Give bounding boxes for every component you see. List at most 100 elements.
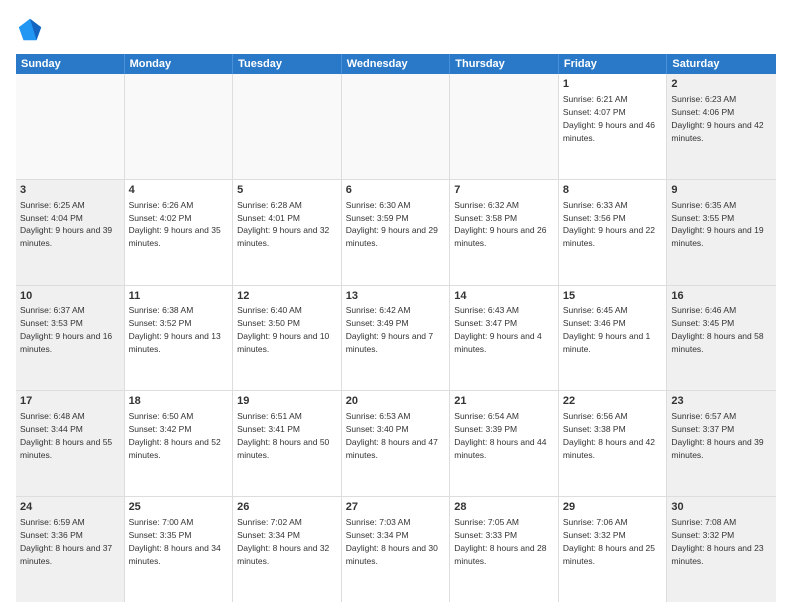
day-number: 29 bbox=[563, 500, 663, 515]
day-number: 6 bbox=[346, 183, 446, 198]
cell-sun-info: Sunrise: 6:28 AM Sunset: 4:01 PM Dayligh… bbox=[237, 200, 332, 249]
cell-sun-info: Sunrise: 6:23 AM Sunset: 4:06 PM Dayligh… bbox=[671, 94, 766, 143]
calendar-cell: 13Sunrise: 6:42 AM Sunset: 3:49 PM Dayli… bbox=[342, 286, 451, 391]
cell-sun-info: Sunrise: 7:03 AM Sunset: 3:34 PM Dayligh… bbox=[346, 517, 441, 566]
calendar-header-cell: Friday bbox=[559, 54, 668, 74]
calendar-week-row: 17 Sunrise: 6:48 AM Sunset: 3:44 PM Dayli… bbox=[16, 391, 776, 497]
day-number: 12 bbox=[237, 289, 337, 304]
calendar-week-row: 10Sunrise: 6:37 AM Sunset: 3:53 PM Dayli… bbox=[16, 286, 776, 392]
calendar-cell: 4 Sunrise: 6:26 AM Sunset: 4:02 PM Daylig… bbox=[125, 180, 234, 285]
calendar-header-row: SundayMondayTuesdayWednesdayThursdayFrid… bbox=[16, 54, 776, 74]
cell-sun-info: Sunrise: 7:06 AM Sunset: 3:32 PM Dayligh… bbox=[563, 517, 658, 566]
calendar-cell: 16Sunrise: 6:46 AM Sunset: 3:45 PM Dayli… bbox=[667, 286, 776, 391]
cell-sun-info: Sunrise: 7:05 AM Sunset: 3:33 PM Dayligh… bbox=[454, 517, 549, 566]
logo bbox=[16, 16, 48, 44]
day-number: 5 bbox=[237, 183, 337, 198]
day-number: 17 bbox=[20, 394, 120, 409]
day-number: 7 bbox=[454, 183, 554, 198]
calendar-cell: 11Sunrise: 6:38 AM Sunset: 3:52 PM Dayli… bbox=[125, 286, 234, 391]
calendar-cell: 19Sunrise: 6:51 AM Sunset: 3:41 PM Dayli… bbox=[233, 391, 342, 496]
calendar-cell bbox=[450, 74, 559, 179]
calendar-cell: 30 Sunrise: 7:08 AM Sunset: 3:32 PM Dayli… bbox=[667, 497, 776, 602]
cell-sun-info: Sunrise: 6:32 AM Sunset: 3:58 PM Dayligh… bbox=[454, 200, 549, 249]
cell-sun-info: Sunrise: 6:26 AM Sunset: 4:02 PM Dayligh… bbox=[129, 200, 224, 249]
calendar-cell: 10Sunrise: 6:37 AM Sunset: 3:53 PM Dayli… bbox=[16, 286, 125, 391]
calendar-cell: 3 Sunrise: 6:25 AM Sunset: 4:04 PM Daylig… bbox=[16, 180, 125, 285]
cell-sun-info: Sunrise: 7:02 AM Sunset: 3:34 PM Dayligh… bbox=[237, 517, 332, 566]
cell-sun-info: Sunrise: 6:51 AM Sunset: 3:41 PM Dayligh… bbox=[237, 411, 332, 460]
calendar-cell bbox=[342, 74, 451, 179]
calendar-header-cell: Tuesday bbox=[233, 54, 342, 74]
calendar-cell: 2Sunrise: 6:23 AM Sunset: 4:06 PM Daylig… bbox=[667, 74, 776, 179]
calendar-week-row: 24 Sunrise: 6:59 AM Sunset: 3:36 PM Dayli… bbox=[16, 497, 776, 602]
day-number: 30 bbox=[671, 500, 772, 515]
day-number: 28 bbox=[454, 500, 554, 515]
calendar-cell: 5 Sunrise: 6:28 AM Sunset: 4:01 PM Daylig… bbox=[233, 180, 342, 285]
day-number: 10 bbox=[20, 289, 120, 304]
day-number: 21 bbox=[454, 394, 554, 409]
calendar-cell: 29 Sunrise: 7:06 AM Sunset: 3:32 PM Dayli… bbox=[559, 497, 668, 602]
cell-sun-info: Sunrise: 6:33 AM Sunset: 3:56 PM Dayligh… bbox=[563, 200, 658, 249]
calendar: SundayMondayTuesdayWednesdayThursdayFrid… bbox=[16, 54, 776, 602]
calendar-cell: 18 Sunrise: 6:50 AM Sunset: 3:42 PM Dayli… bbox=[125, 391, 234, 496]
cell-sun-info: Sunrise: 6:38 AM Sunset: 3:52 PM Dayligh… bbox=[129, 305, 224, 354]
day-number: 1 bbox=[563, 77, 663, 92]
day-number: 16 bbox=[671, 289, 772, 304]
calendar-header-cell: Wednesday bbox=[342, 54, 451, 74]
cell-sun-info: Sunrise: 6:25 AM Sunset: 4:04 PM Dayligh… bbox=[20, 200, 115, 249]
day-number: 13 bbox=[346, 289, 446, 304]
day-number: 8 bbox=[563, 183, 663, 198]
calendar-cell: 26 Sunrise: 7:02 AM Sunset: 3:34 PM Dayli… bbox=[233, 497, 342, 602]
calendar-cell: 28 Sunrise: 7:05 AM Sunset: 3:33 PM Dayli… bbox=[450, 497, 559, 602]
cell-sun-info: Sunrise: 6:21 AM Sunset: 4:07 PM Dayligh… bbox=[563, 94, 658, 143]
calendar-cell: 15Sunrise: 6:45 AM Sunset: 3:46 PM Dayli… bbox=[559, 286, 668, 391]
calendar-week-row: 1 Sunrise: 6:21 AM Sunset: 4:07 PM Daylig… bbox=[16, 74, 776, 180]
day-number: 14 bbox=[454, 289, 554, 304]
cell-sun-info: Sunrise: 6:43 AM Sunset: 3:47 PM Dayligh… bbox=[454, 305, 544, 354]
cell-sun-info: Sunrise: 6:48 AM Sunset: 3:44 PM Dayligh… bbox=[20, 411, 115, 460]
day-number: 22 bbox=[563, 394, 663, 409]
calendar-cell: 9 Sunrise: 6:35 AM Sunset: 3:55 PM Daylig… bbox=[667, 180, 776, 285]
calendar-header-cell: Monday bbox=[125, 54, 234, 74]
calendar-header-cell: Saturday bbox=[667, 54, 776, 74]
calendar-cell: 27 Sunrise: 7:03 AM Sunset: 3:34 PM Dayli… bbox=[342, 497, 451, 602]
logo-icon bbox=[16, 16, 44, 44]
calendar-cell: 23 Sunrise: 6:57 AM Sunset: 3:37 PM Dayli… bbox=[667, 391, 776, 496]
page: SundayMondayTuesdayWednesdayThursdayFrid… bbox=[0, 0, 792, 612]
calendar-cell: 25 Sunrise: 7:00 AM Sunset: 3:35 PM Dayli… bbox=[125, 497, 234, 602]
calendar-week-row: 3 Sunrise: 6:25 AM Sunset: 4:04 PM Daylig… bbox=[16, 180, 776, 286]
calendar-cell: 22 Sunrise: 6:56 AM Sunset: 3:38 PM Dayli… bbox=[559, 391, 668, 496]
calendar-cell: 21 Sunrise: 6:54 AM Sunset: 3:39 PM Dayli… bbox=[450, 391, 559, 496]
day-number: 24 bbox=[20, 500, 120, 515]
day-number: 27 bbox=[346, 500, 446, 515]
cell-sun-info: Sunrise: 6:56 AM Sunset: 3:38 PM Dayligh… bbox=[563, 411, 658, 460]
day-number: 26 bbox=[237, 500, 337, 515]
calendar-cell: 14Sunrise: 6:43 AM Sunset: 3:47 PM Dayli… bbox=[450, 286, 559, 391]
cell-sun-info: Sunrise: 6:37 AM Sunset: 3:53 PM Dayligh… bbox=[20, 305, 115, 354]
calendar-cell: 8 Sunrise: 6:33 AM Sunset: 3:56 PM Daylig… bbox=[559, 180, 668, 285]
day-number: 25 bbox=[129, 500, 229, 515]
header bbox=[16, 16, 776, 44]
day-number: 15 bbox=[563, 289, 663, 304]
day-number: 18 bbox=[129, 394, 229, 409]
day-number: 23 bbox=[671, 394, 772, 409]
day-number: 4 bbox=[129, 183, 229, 198]
cell-sun-info: Sunrise: 7:08 AM Sunset: 3:32 PM Dayligh… bbox=[671, 517, 766, 566]
day-number: 3 bbox=[20, 183, 120, 198]
cell-sun-info: Sunrise: 6:53 AM Sunset: 3:40 PM Dayligh… bbox=[346, 411, 441, 460]
cell-sun-info: Sunrise: 6:45 AM Sunset: 3:46 PM Dayligh… bbox=[563, 305, 653, 354]
cell-sun-info: Sunrise: 6:50 AM Sunset: 3:42 PM Dayligh… bbox=[129, 411, 224, 460]
cell-sun-info: Sunrise: 6:59 AM Sunset: 3:36 PM Dayligh… bbox=[20, 517, 115, 566]
calendar-cell: 12Sunrise: 6:40 AM Sunset: 3:50 PM Dayli… bbox=[233, 286, 342, 391]
calendar-cell: 24 Sunrise: 6:59 AM Sunset: 3:36 PM Dayli… bbox=[16, 497, 125, 602]
calendar-cell: 1 Sunrise: 6:21 AM Sunset: 4:07 PM Daylig… bbox=[559, 74, 668, 179]
cell-sun-info: Sunrise: 6:57 AM Sunset: 3:37 PM Dayligh… bbox=[671, 411, 766, 460]
cell-sun-info: Sunrise: 6:35 AM Sunset: 3:55 PM Dayligh… bbox=[671, 200, 766, 249]
calendar-cell: 17 Sunrise: 6:48 AM Sunset: 3:44 PM Dayli… bbox=[16, 391, 125, 496]
cell-sun-info: Sunrise: 7:00 AM Sunset: 3:35 PM Dayligh… bbox=[129, 517, 224, 566]
calendar-header-cell: Thursday bbox=[450, 54, 559, 74]
day-number: 11 bbox=[129, 289, 229, 304]
day-number: 9 bbox=[671, 183, 772, 198]
calendar-cell bbox=[16, 74, 125, 179]
cell-sun-info: Sunrise: 6:54 AM Sunset: 3:39 PM Dayligh… bbox=[454, 411, 549, 460]
